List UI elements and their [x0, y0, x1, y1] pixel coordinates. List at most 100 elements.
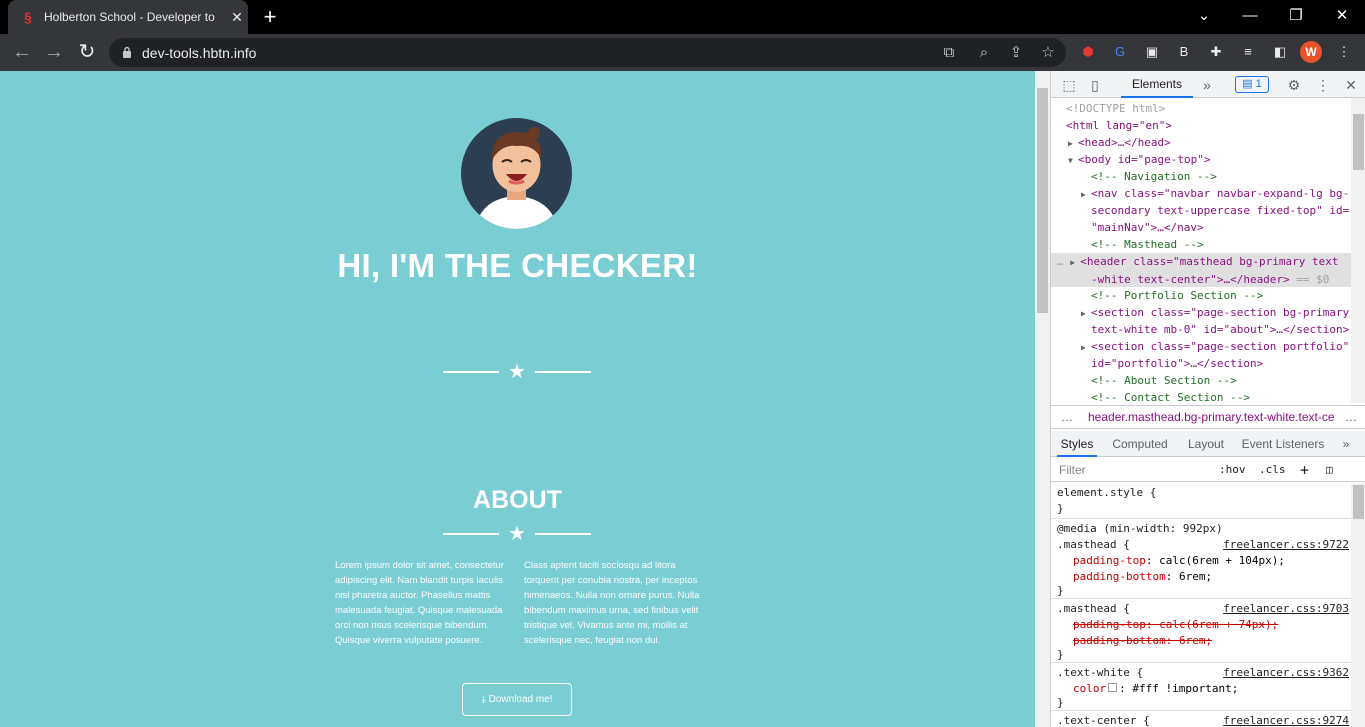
rule-source-link[interactable]: freelancer.css:9274: [1223, 713, 1349, 727]
style-rule: @media (min-width: 992px) .masthead { fr…: [1051, 519, 1351, 599]
overridden-declaration[interactable]: padding-bottom: 6rem;: [1073, 633, 1212, 649]
download-button[interactable]: ⤓ Download me!: [462, 683, 572, 716]
dom-node-selected[interactable]: … ▶ <header class="masthead bg-primary te…: [1051, 253, 1351, 287]
rule-close: }: [1057, 502, 1064, 515]
dom-text: id="portfolio">…</section>: [1091, 357, 1264, 370]
rule-selector[interactable]: .text-center {: [1057, 713, 1150, 727]
dom-node[interactable]: <html lang="en">: [1051, 117, 1351, 134]
tab-computed[interactable]: Computed: [1109, 431, 1171, 457]
expand-triangle-icon[interactable]: ▶: [1081, 186, 1091, 203]
cls-toggle[interactable]: .cls: [1259, 461, 1286, 479]
hov-toggle[interactable]: :hov: [1219, 461, 1246, 479]
download-label: Download me!: [488, 694, 553, 705]
collapse-triangle-icon[interactable]: ▼: [1068, 152, 1078, 169]
forward-button[interactable]: →: [41, 40, 67, 66]
dom-node[interactable]: ▼ <body id="page-top">: [1051, 151, 1351, 169]
rule-selector[interactable]: .text-white {: [1057, 665, 1143, 681]
about-text-left: Lorem ipsum dolor sit amet, consectetur …: [335, 560, 504, 646]
device-toolbar-icon[interactable]: ▯: [1085, 75, 1105, 95]
browser-tab[interactable]: § Holberton School - Developer to ✕: [8, 0, 248, 34]
property-value: : calc(6rem + 104px);: [1145, 554, 1285, 567]
style-declaration[interactable]: padding-bottom: 6rem;: [1073, 569, 1212, 585]
dom-text: <body id="page-top">: [1078, 153, 1211, 166]
devtools-menu-icon[interactable]: ⋮: [1313, 75, 1333, 95]
address-bar[interactable]: dev-tools.hbtn.info ⧉ ⌕ ⇪ ☆: [109, 38, 1066, 67]
dom-node[interactable]: ▶ <head>…</head>: [1051, 134, 1351, 152]
menu-kebab-icon[interactable]: ⋮: [1334, 42, 1354, 62]
rule-source-link[interactable]: freelancer.css:9722: [1223, 537, 1349, 553]
dom-text: <header class="masthead bg-primary text: [1080, 255, 1339, 268]
rule-source-link[interactable]: freelancer.css:9362: [1223, 665, 1349, 681]
tab-close-icon[interactable]: ✕: [229, 9, 245, 25]
extension-b-icon[interactable]: B: [1174, 42, 1194, 62]
minimize-button[interactable]: —: [1227, 0, 1273, 34]
tab-elements[interactable]: Elements: [1121, 71, 1193, 98]
styles-filter-bar: Filter :hov .cls + ◫: [1051, 458, 1365, 482]
close-window-button[interactable]: ✕: [1319, 0, 1365, 34]
page-scrollbar[interactable]: [1035, 71, 1050, 727]
styles-scrollbar[interactable]: [1351, 483, 1365, 727]
breadcrumb-more-right-icon[interactable]: …: [1345, 406, 1357, 428]
style-declaration[interactable]: padding-top: calc(6rem + 104px);: [1073, 553, 1285, 569]
tab-search-chevron-icon[interactable]: ⌄: [1181, 0, 1227, 34]
dom-comment[interactable]: <!-- About Section -->: [1051, 372, 1351, 389]
expand-triangle-icon[interactable]: ▶: [1070, 254, 1080, 271]
dom-node[interactable]: ▶ <section class="page-section bg-primary: [1051, 304, 1351, 322]
tab-event-listeners[interactable]: Event Listeners: [1241, 431, 1325, 457]
inspect-element-icon[interactable]: ⬚: [1059, 75, 1079, 95]
rule-selector[interactable]: .masthead {: [1057, 537, 1130, 553]
dom-comment[interactable]: <!-- Navigation -->: [1051, 168, 1351, 185]
dom-comment[interactable]: <!-- Contact Section -->: [1051, 389, 1351, 403]
translate-icon[interactable]: ⧉: [939, 43, 959, 63]
media-queue-icon[interactable]: ≡: [1238, 42, 1258, 62]
extensions-puzzle-icon[interactable]: ✚: [1206, 42, 1226, 62]
styles-filter-input[interactable]: Filter: [1059, 461, 1209, 479]
rule-source-link[interactable]: freelancer.css:9703: [1223, 601, 1349, 617]
share-icon[interactable]: ⇪: [1006, 43, 1026, 63]
dom-tree-scrollbar[interactable]: [1351, 98, 1365, 403]
settings-gear-icon[interactable]: ⚙: [1284, 75, 1304, 95]
google-translate-extension-icon[interactable]: G: [1110, 42, 1130, 62]
toggle-sidebar-icon[interactable]: ◫: [1326, 461, 1333, 479]
side-panel-icon[interactable]: ◧: [1270, 42, 1290, 62]
extension-shield-icon[interactable]: ⬢: [1078, 42, 1098, 62]
issues-badge[interactable]: ▤ 1: [1235, 76, 1269, 93]
breadcrumb-more-icon[interactable]: …: [1061, 406, 1073, 428]
devtools-close-icon[interactable]: ✕: [1341, 75, 1361, 95]
style-declaration[interactable]: color: #fff !important;: [1073, 681, 1238, 697]
styles-subtabs: Styles Computed Layout Event Listeners »: [1051, 431, 1365, 457]
dom-node[interactable]: ▶ <nav class="navbar navbar-expand-lg bg-: [1051, 185, 1351, 203]
bookmark-star-icon[interactable]: ☆: [1038, 43, 1058, 63]
property-name: color: [1073, 682, 1107, 695]
more-tabs-chevron-icon[interactable]: »: [1197, 75, 1217, 95]
rule-selector[interactable]: .masthead {: [1057, 601, 1130, 617]
zoom-icon[interactable]: ⌕: [974, 43, 994, 63]
lock-icon: [123, 46, 131, 58]
dom-comment[interactable]: <!-- Portfolio Section -->: [1051, 287, 1351, 304]
style-rule: .text-center { freelancer.css:9274: [1051, 711, 1351, 727]
dom-node[interactable]: ▶ <section class="page-section portfolio": [1051, 338, 1351, 356]
dom-actions-dots-icon[interactable]: …: [1057, 255, 1064, 268]
expand-triangle-icon[interactable]: ▶: [1081, 305, 1091, 322]
expand-triangle-icon[interactable]: ▶: [1081, 339, 1091, 356]
more-subtabs-chevron-icon[interactable]: »: [1339, 431, 1353, 457]
extension-window-icon[interactable]: ▣: [1142, 42, 1162, 62]
back-button[interactable]: ←: [9, 40, 35, 66]
about-star-divider: ★: [443, 523, 593, 545]
new-tab-button[interactable]: +: [258, 4, 282, 30]
tab-styles[interactable]: Styles: [1057, 431, 1097, 457]
restore-button[interactable]: ❐: [1273, 0, 1319, 34]
overridden-declaration[interactable]: padding-top: calc(6rem + 74px);: [1073, 617, 1278, 633]
star-icon: ★: [508, 523, 526, 545]
tab-layout[interactable]: Layout: [1183, 431, 1229, 457]
rule-selector[interactable]: element.style {: [1057, 485, 1156, 501]
dom-node[interactable]: <!DOCTYPE html>: [1051, 100, 1351, 117]
dom-comment[interactable]: <!-- Masthead -->: [1051, 236, 1351, 253]
color-swatch[interactable]: [1108, 683, 1118, 692]
new-style-rule-icon[interactable]: +: [1300, 461, 1309, 479]
reload-button[interactable]: ↻: [74, 40, 100, 66]
about-title: ABOUT: [473, 486, 562, 514]
expand-triangle-icon[interactable]: ▶: [1068, 135, 1078, 152]
breadcrumb-path[interactable]: header.masthead.bg-primary.text-white.te…: [1088, 406, 1338, 428]
profile-avatar[interactable]: W: [1300, 41, 1322, 63]
